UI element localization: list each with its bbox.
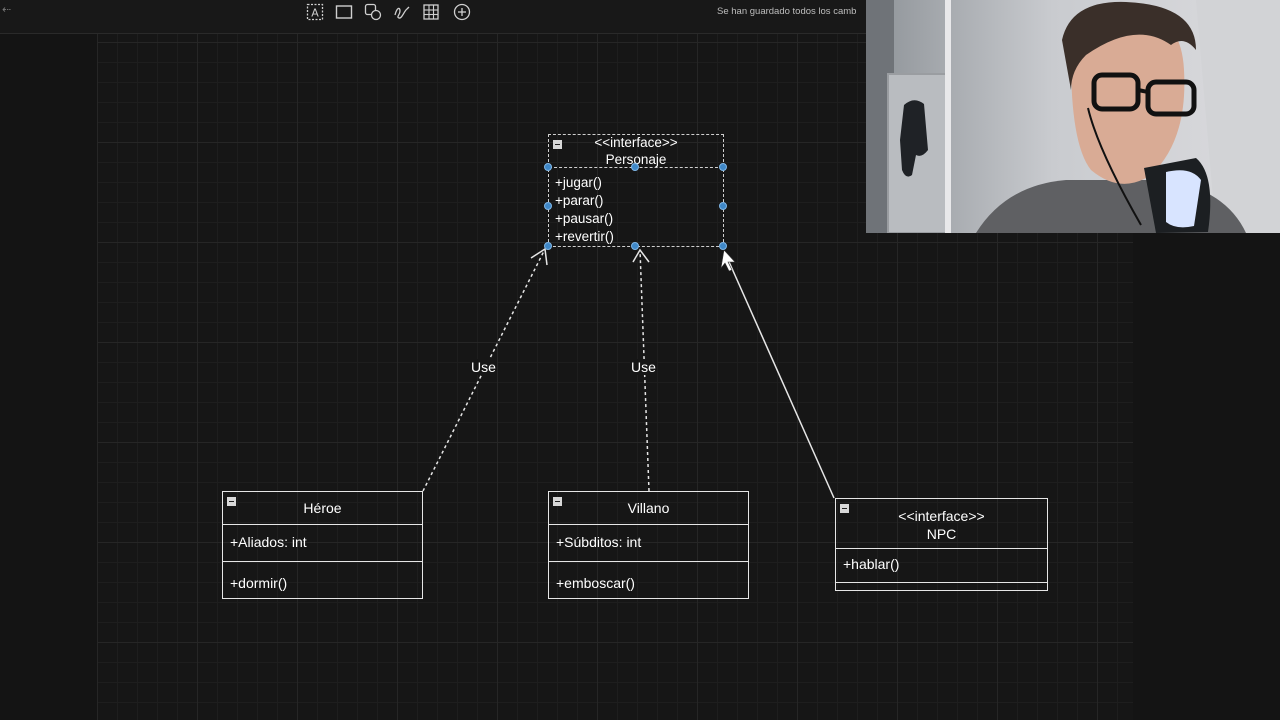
class-header: Villano (549, 492, 748, 525)
resize-handle[interactable] (544, 163, 552, 171)
edge-label-villano[interactable]: Use (630, 359, 657, 375)
freehand-tool-icon[interactable] (392, 2, 412, 22)
stereotype-label: <<interface>> (898, 508, 985, 524)
attribute-item: +Súbditos: int (556, 534, 642, 550)
methods-section: +dormir() (223, 562, 422, 597)
add-icon[interactable] (452, 2, 472, 22)
class-villano[interactable]: Villano +Súbditos: int +emboscar() (548, 491, 749, 599)
class-heroe[interactable]: Héroe +Aliados: int +dormir() (222, 491, 423, 599)
methods-section: +jugar() +parar() +pausar() +revertir() (549, 168, 723, 246)
attribute-item: +Aliados: int (230, 534, 307, 550)
save-status-text: Se han guardado todos los camb (717, 6, 857, 17)
method-item: +hablar() (843, 556, 900, 572)
resize-handle[interactable] (719, 242, 727, 250)
table-tool-icon[interactable] (421, 2, 441, 22)
edge-label-heroe[interactable]: Use (470, 359, 497, 375)
attributes-section: +Súbditos: int (549, 525, 748, 562)
class-name: NPC (926, 526, 957, 542)
method-item: +jugar() (555, 175, 602, 190)
webcam-overlay (866, 0, 1280, 233)
class-personaje[interactable]: <<interface>> Personaje +jugar() +parar(… (548, 134, 724, 247)
webcam-video-image (866, 0, 1280, 233)
method-item: +pausar() (555, 211, 614, 226)
collapse-icon[interactable] (553, 140, 562, 149)
method-item: +dormir() (230, 575, 288, 591)
methods-section: +hablar() (836, 549, 1047, 583)
resize-handle[interactable] (719, 163, 727, 171)
collapse-icon[interactable] (553, 497, 562, 506)
rectangle-tool-icon[interactable] (334, 2, 354, 22)
methods-section: +emboscar() (549, 562, 748, 597)
resize-handle[interactable] (631, 242, 639, 250)
stereotype-label: <<interface>> (594, 135, 678, 150)
class-name: Héroe (303, 500, 342, 516)
method-item: +revertir() (555, 229, 614, 244)
shapes-tool-icon[interactable] (363, 2, 383, 22)
left-panel (0, 34, 97, 720)
class-header: Héroe (223, 492, 422, 525)
attributes-section: +Aliados: int (223, 525, 422, 562)
svg-text:A: A (311, 7, 319, 20)
resize-handle[interactable] (544, 202, 552, 210)
right-panel (1133, 233, 1280, 720)
method-item: +emboscar() (556, 575, 635, 591)
class-npc[interactable]: <<interface>> NPC +hablar() (835, 498, 1048, 591)
class-header: <<interface>> NPC (836, 499, 1047, 549)
collapse-icon[interactable] (227, 497, 236, 506)
text-tool-icon[interactable]: A (305, 2, 325, 22)
class-name: Villano (627, 500, 670, 516)
resize-handle[interactable] (544, 242, 552, 250)
back-arrow-icon[interactable]: ⇠ (2, 3, 11, 16)
collapse-icon[interactable] (840, 504, 849, 513)
resize-handle[interactable] (719, 202, 727, 210)
empty-section (836, 583, 1047, 587)
method-item: +parar() (555, 193, 604, 208)
resize-handle[interactable] (631, 163, 639, 171)
